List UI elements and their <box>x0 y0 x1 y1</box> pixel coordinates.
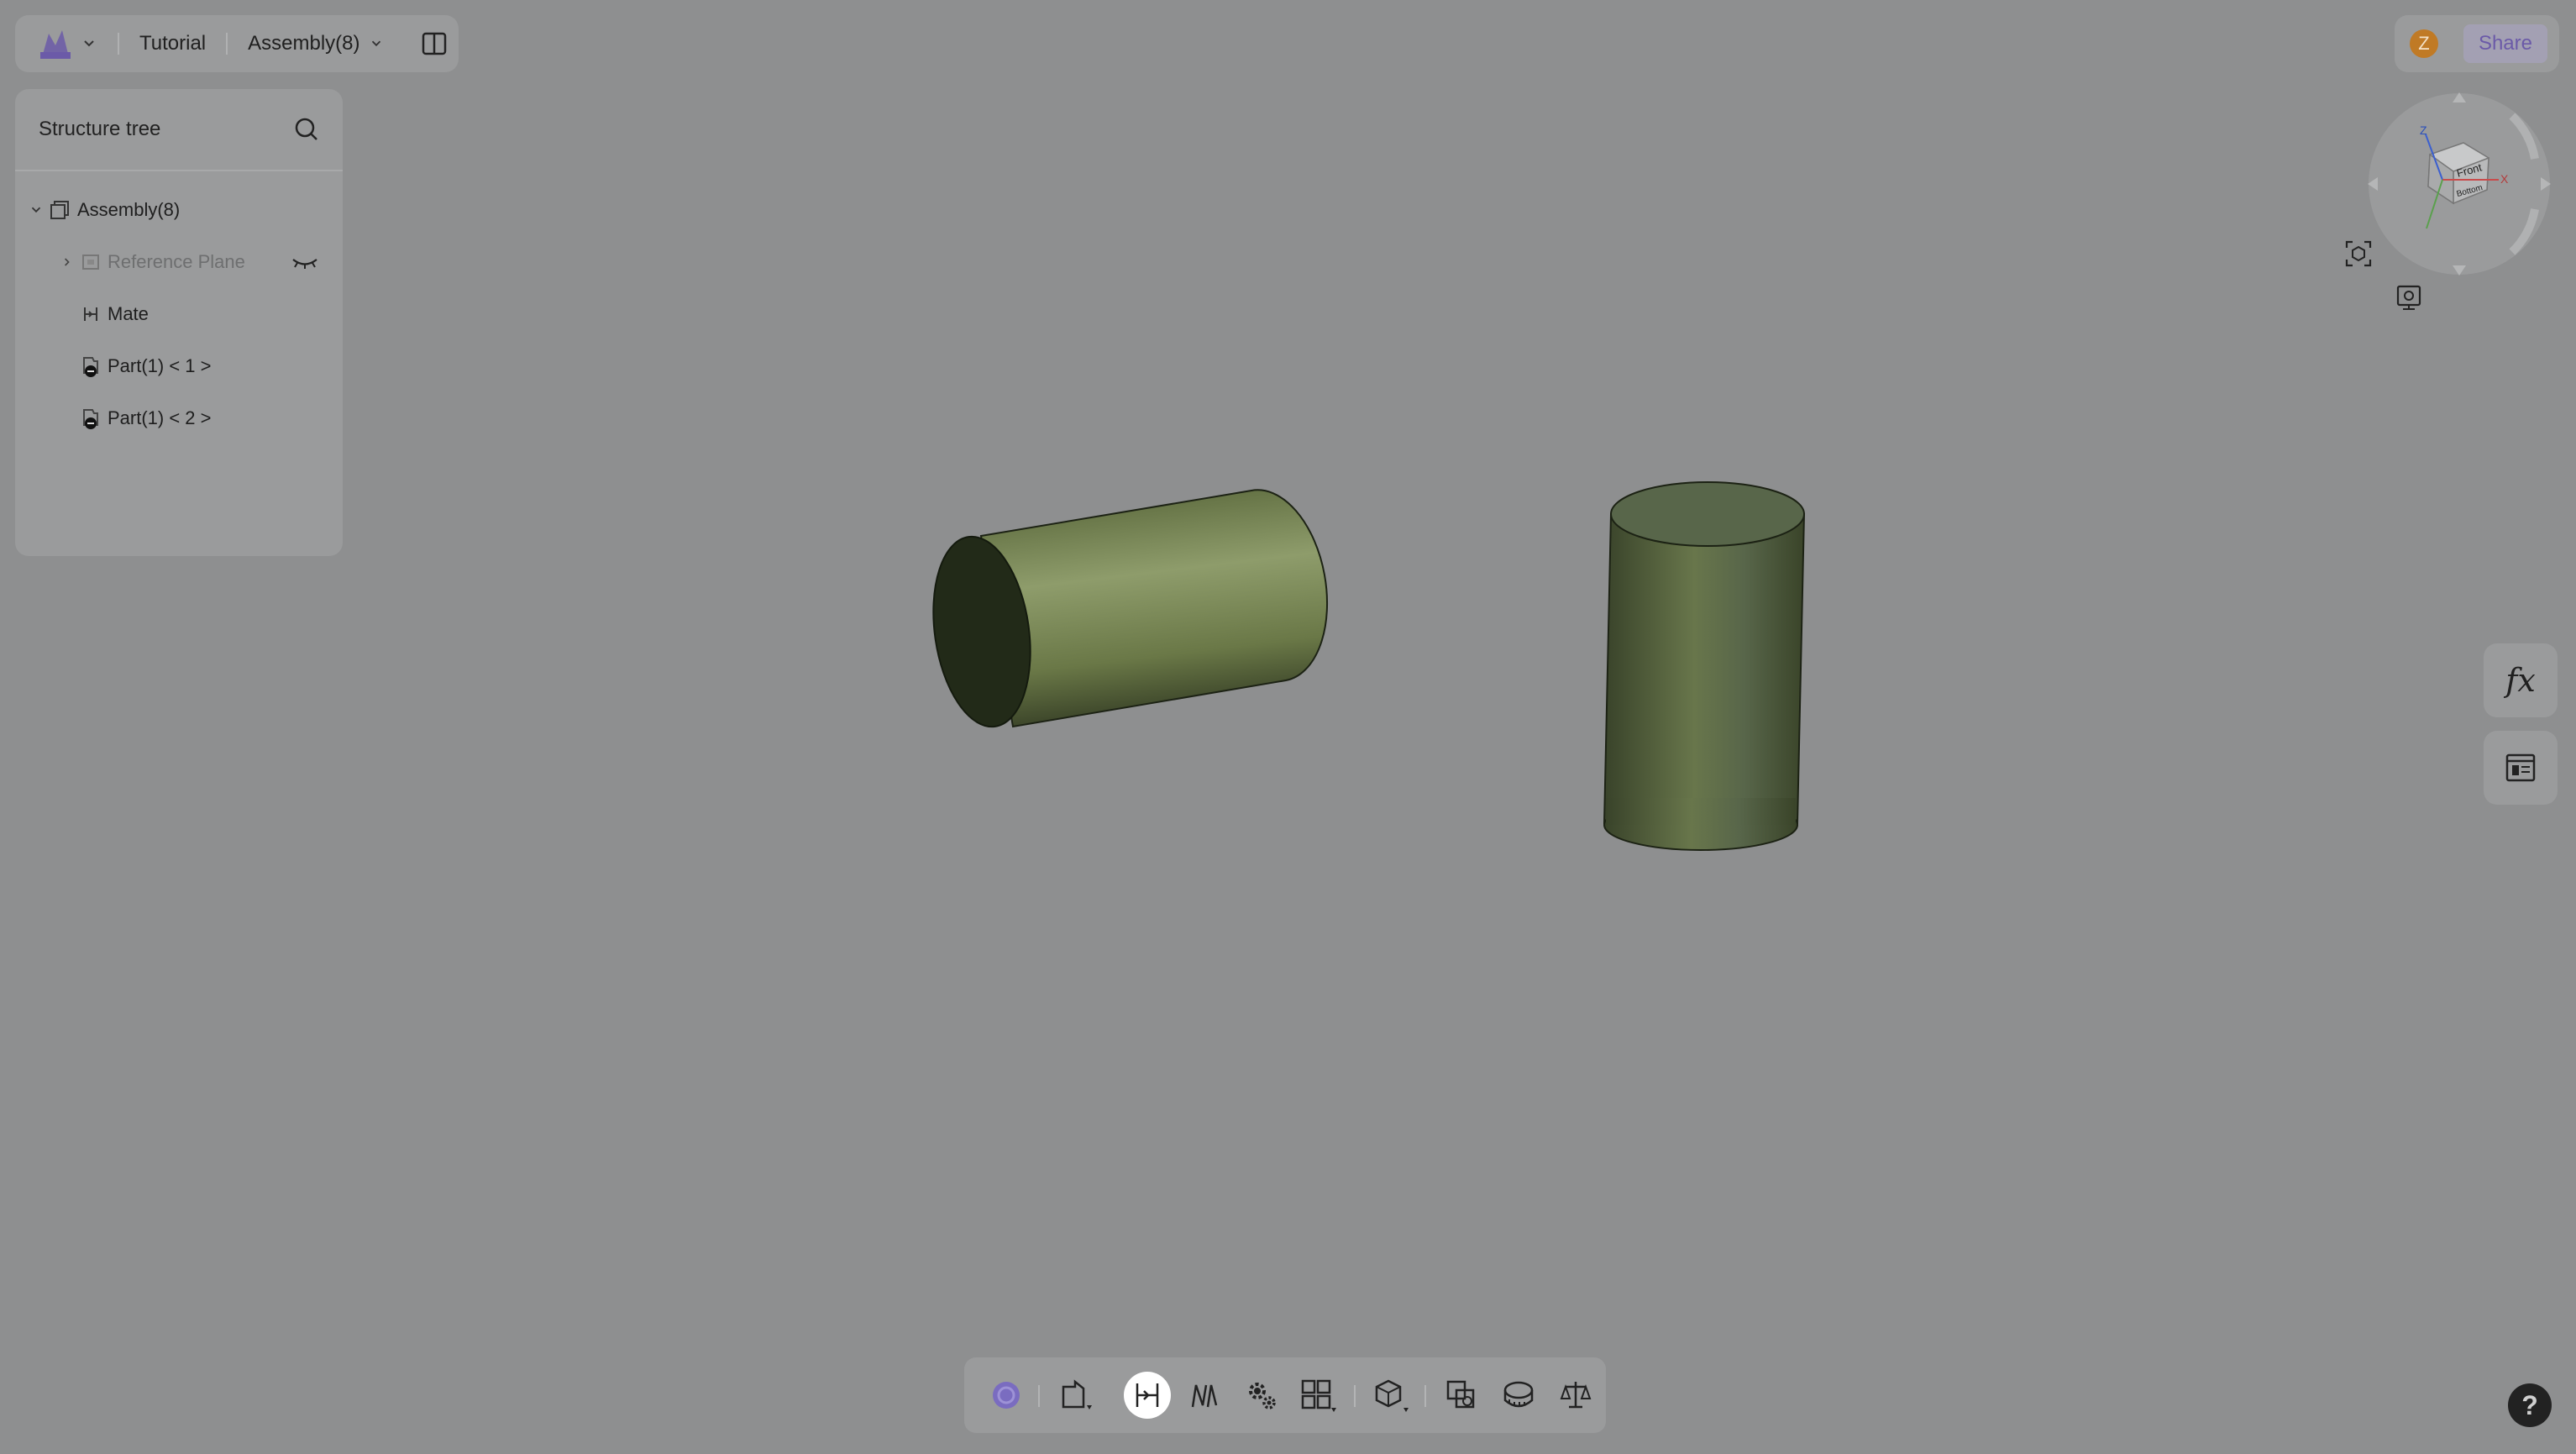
orbit-icon <box>993 1382 1020 1409</box>
tree-item-label: Assembly(8) <box>77 199 181 220</box>
fit-view-button[interactable] <box>2340 235 2377 272</box>
mass-properties-icon <box>1560 1382 1592 1409</box>
tree-item-label: Part(1) < 2 > <box>108 407 212 428</box>
pattern-button[interactable] <box>1295 1372 1342 1419</box>
interference-icon <box>1446 1380 1475 1409</box>
formula-button[interactable]: fx <box>2484 643 2558 717</box>
measure-button[interactable] <box>1495 1372 1542 1419</box>
structure-tree-header: Structure tree <box>15 89 343 171</box>
insert-part-icon <box>1062 1379 1092 1409</box>
mate-icon <box>84 307 97 321</box>
assembly-icon <box>50 201 69 219</box>
view-settings-button[interactable] <box>2390 279 2427 316</box>
structure-tree-panel: Structure tree Assembly(8) Reference Pla… <box>15 89 343 556</box>
insert-part-button[interactable] <box>1053 1372 1100 1419</box>
mate-references-button[interactable] <box>1181 1372 1228 1419</box>
toggle-panel-button[interactable] <box>417 27 451 60</box>
explode-view-icon <box>1375 1379 1409 1412</box>
tree-item-part-2[interactable]: Part(1) < 2 > <box>81 402 212 435</box>
hidden-eye-icon[interactable] <box>291 255 319 270</box>
template-button[interactable] <box>2484 731 2558 805</box>
divider <box>226 33 228 55</box>
tree-item-assembly[interactable]: Assembly(8) <box>29 193 180 227</box>
project-name[interactable]: Tutorial <box>139 32 206 55</box>
gear-icon <box>1249 1383 1276 1409</box>
panel-layout-icon <box>422 32 446 55</box>
viewport-3d[interactable] <box>0 0 2576 1454</box>
pattern-icon <box>1301 1379 1336 1412</box>
help-button[interactable]: ? <box>2508 1383 2552 1427</box>
bottom-toolbar <box>964 1357 1606 1433</box>
fit-view-icon <box>2345 240 2372 267</box>
mate-references-icon <box>1191 1384 1218 1408</box>
avatar[interactable]: Z <box>2410 29 2438 58</box>
part-1-instance-2[interactable] <box>1603 481 1806 851</box>
tree-item-mate[interactable]: Mate <box>81 297 149 331</box>
measure-icon <box>1503 1381 1534 1408</box>
share-button[interactable]: Share <box>2463 24 2547 63</box>
explode-view-button[interactable] <box>1367 1372 1414 1419</box>
part-1-instance-1[interactable] <box>922 489 1329 732</box>
part-instance-icon <box>83 409 98 429</box>
chevron-right-icon[interactable] <box>60 255 74 269</box>
axis-label-z: Z <box>2420 123 2427 137</box>
interference-button[interactable] <box>1438 1372 1485 1419</box>
chevron-down-icon[interactable] <box>81 35 97 52</box>
structure-tree-title: Structure tree <box>39 118 161 140</box>
tree-item-part-1[interactable]: Part(1) < 1 > <box>81 349 212 383</box>
tree-item-label: Part(1) < 1 > <box>108 355 212 376</box>
gear-button[interactable] <box>1238 1372 1285 1419</box>
part-instance-icon <box>83 357 98 377</box>
template-icon <box>2505 753 2536 782</box>
view-settings-icon <box>2396 285 2421 310</box>
view-cube[interactable]: Front Bottom Z X <box>2363 87 2556 281</box>
search-icon[interactable] <box>294 117 319 142</box>
tree-item-label: Mate <box>108 303 149 324</box>
chevron-down-icon <box>371 40 380 47</box>
plane-icon <box>82 255 99 270</box>
app-logo-icon <box>40 30 71 59</box>
tree-item-label: Reference Plane <box>108 251 245 272</box>
top-bar: Tutorial Assembly(8) <box>15 15 459 72</box>
divider <box>118 33 119 55</box>
document-name: Assembly(8) <box>248 32 360 55</box>
mate-button[interactable] <box>1124 1372 1171 1419</box>
tree-item-reference-plane[interactable]: Reference Plane <box>60 245 245 279</box>
mass-properties-button[interactable] <box>1552 1372 1599 1419</box>
chevron-down-icon[interactable] <box>29 202 44 218</box>
axis-label-x: X <box>2500 172 2509 186</box>
account-share-bar: Z Share <box>2395 15 2559 72</box>
app-logo[interactable] <box>37 24 76 63</box>
orbit-button[interactable] <box>983 1372 1030 1419</box>
mate-icon <box>1136 1383 1159 1407</box>
formula-icon: fx <box>2505 662 2536 699</box>
document-selector[interactable]: Assembly(8) <box>248 32 383 55</box>
